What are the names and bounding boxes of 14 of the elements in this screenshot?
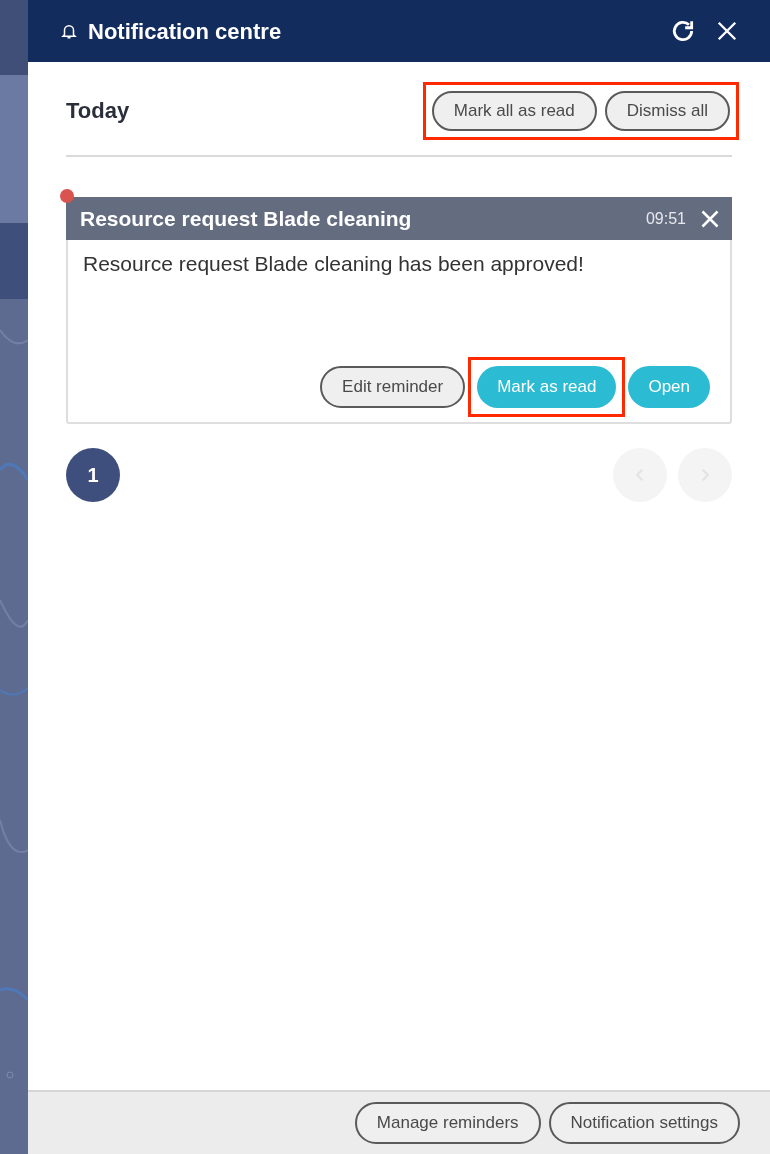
bell-icon — [60, 22, 78, 40]
refresh-icon[interactable] — [670, 18, 696, 44]
section-title: Today — [66, 97, 130, 125]
footer-button[interactable]: Manage reminders — [354, 1102, 541, 1144]
notification-message: Resource request Blade cleaning has been approved! — [82, 251, 585, 277]
notification-title: Resource request Blade cleaning — [80, 205, 412, 232]
close-icon[interactable] — [716, 20, 738, 42]
panel-title: Notification centre — [88, 17, 282, 46]
action-button[interactable]: Edit reminder — [320, 366, 466, 408]
footer-button[interactable]: Notification settings — [548, 1102, 740, 1144]
notification-time: 09:51 — [645, 208, 686, 229]
header-button[interactable]: Mark all as read — [431, 90, 597, 131]
header-button[interactable]: Dismiss all — [604, 90, 730, 131]
page-button[interactable]: 1 — [66, 448, 120, 502]
